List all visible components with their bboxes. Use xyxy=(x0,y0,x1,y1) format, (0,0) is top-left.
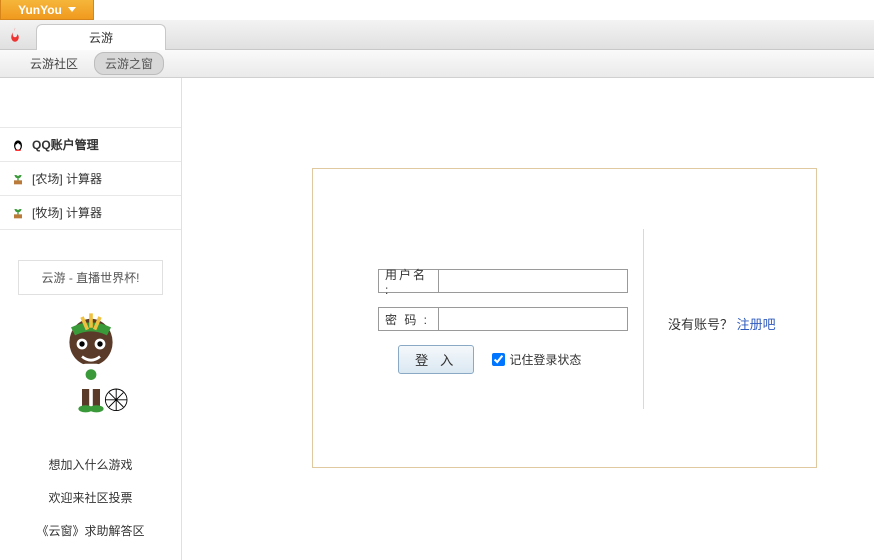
login-form: 用户名 : 密 码 : 登 入 记住登录状态 xyxy=(378,269,628,374)
register-link[interactable]: 注册吧 xyxy=(737,317,776,332)
sidebar-item-ranch-calc[interactable]: [牧场] 计算器 xyxy=(0,195,181,230)
sidebar-link[interactable]: 欢迎来社区投票 xyxy=(0,481,181,514)
sub-nav: 云游社区 云游之窗 xyxy=(0,50,874,78)
sidebar-links: 想加入什么游戏 欢迎来社区投票 《云窗》求助解答区 xyxy=(0,448,181,547)
sidebar-item-qq-account[interactable]: QQ账户管理 xyxy=(0,127,181,162)
app-menu-button[interactable]: YunYou xyxy=(0,0,94,20)
tab-label: 云游 xyxy=(89,29,113,46)
tab-yunyou[interactable]: 云游 xyxy=(36,24,166,50)
password-row: 密 码 : xyxy=(378,307,628,331)
subnav-community[interactable]: 云游社区 xyxy=(30,55,78,72)
mascot-image xyxy=(0,307,181,420)
remember-label[interactable]: 记住登录状态 xyxy=(492,351,581,368)
sidebar: QQ账户管理 [农场] 计算器 [牧场] 计算器 云游 - 直播世界杯! xyxy=(0,78,182,560)
flame-icon xyxy=(6,26,24,44)
username-label: 用户名 : xyxy=(378,269,438,293)
password-input[interactable] xyxy=(438,307,628,331)
main-area: QQ账户管理 [农场] 计算器 [牧场] 计算器 云游 - 直播世界杯! xyxy=(0,78,874,560)
plant-icon xyxy=(10,171,26,187)
remember-text: 记住登录状态 xyxy=(509,351,581,368)
register-block: 没有账号？ 注册吧 xyxy=(668,314,776,333)
subnav-window[interactable]: 云游之窗 xyxy=(94,52,164,75)
sidebar-item-label: QQ账户管理 xyxy=(32,136,99,153)
vertical-divider xyxy=(643,229,644,409)
penguin-icon xyxy=(10,137,26,153)
sidebar-item-label: [牧场] 计算器 xyxy=(32,204,102,221)
dropdown-icon xyxy=(68,7,76,12)
password-label: 密 码 : xyxy=(378,307,438,331)
promo-text: 云游 - 直播世界杯! xyxy=(42,271,140,285)
sidebar-link[interactable]: 《云窗》求助解答区 xyxy=(0,514,181,547)
sidebar-item-farm-calc[interactable]: [农场] 计算器 xyxy=(0,161,181,196)
app-menu-label: YunYou xyxy=(18,3,62,17)
plant-icon xyxy=(10,205,26,221)
sidebar-link[interactable]: 想加入什么游戏 xyxy=(0,448,181,481)
username-row: 用户名 : xyxy=(378,269,628,293)
remember-checkbox[interactable] xyxy=(492,353,505,366)
login-panel: 用户名 : 密 码 : 登 入 记住登录状态 没有账号？ xyxy=(312,168,817,468)
login-button[interactable]: 登 入 xyxy=(398,345,474,374)
no-account-text: 没有账号？ xyxy=(668,317,733,332)
content-area: 用户名 : 密 码 : 登 入 记住登录状态 没有账号？ xyxy=(182,78,874,560)
username-input[interactable] xyxy=(438,269,628,293)
tab-bar: 云游 xyxy=(0,20,874,50)
action-row: 登 入 记住登录状态 xyxy=(398,345,628,374)
sidebar-item-label: [农场] 计算器 xyxy=(32,170,102,187)
promo-box[interactable]: 云游 - 直播世界杯! xyxy=(18,260,163,295)
